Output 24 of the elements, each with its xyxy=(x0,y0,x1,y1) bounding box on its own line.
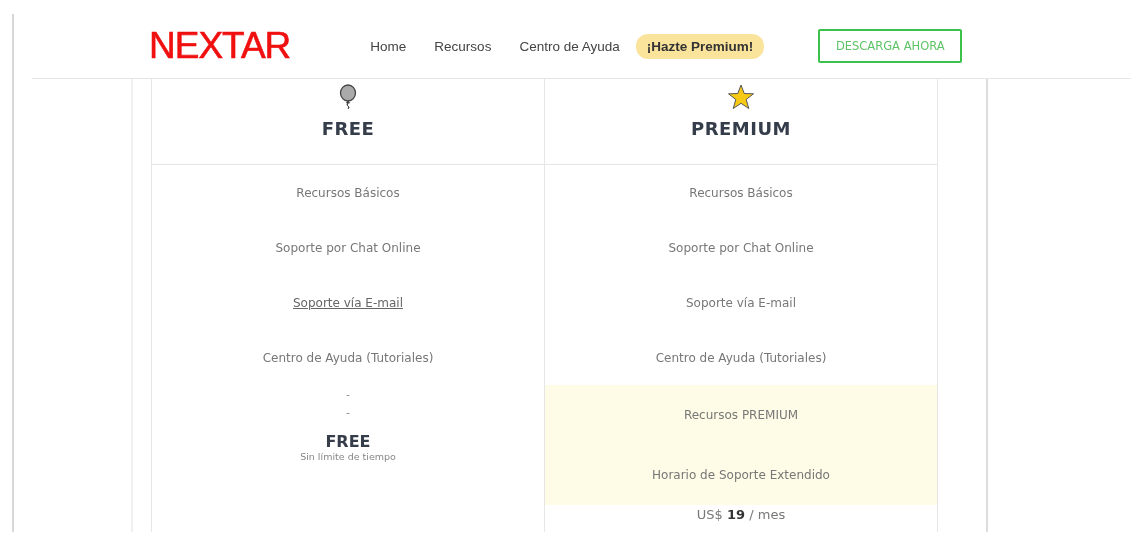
feature-text: Soporte por Chat Online xyxy=(274,239,422,257)
price-text: US$ 19 / mes xyxy=(695,507,787,523)
feature-link[interactable]: Soporte vía E-mail xyxy=(293,295,403,310)
star-icon xyxy=(727,84,755,110)
price-note: Sin límite de tiempo xyxy=(300,451,396,462)
feature-text: Centro de Ayuda (Tutoriales) xyxy=(654,349,828,367)
feature-text: Recursos Básicos xyxy=(688,184,794,202)
nav-link[interactable]: Recursos xyxy=(434,38,492,54)
plan-title: PREMIUM xyxy=(691,118,791,139)
plan-title: FREE xyxy=(321,118,375,139)
balloon-icon xyxy=(339,84,357,110)
feature-text: Centro de Ayuda (Tutoriales) xyxy=(261,349,435,367)
premium-feature: Horario de Soporte Extendido xyxy=(545,445,937,505)
nav-link[interactable]: Centro de Ayuda xyxy=(519,38,620,54)
premium-link[interactable]: ¡Hazte Premium! xyxy=(635,33,765,59)
feature-text: Soporte por Chat Online xyxy=(667,239,815,257)
feature-text: Soporte vía E-mail xyxy=(685,294,797,312)
nav-link[interactable]: Home xyxy=(370,38,407,54)
dash-text: - xyxy=(345,386,351,403)
dash-text: - xyxy=(345,404,351,421)
premium-feature: Recursos PREMIUM xyxy=(545,385,937,445)
price-title: FREE xyxy=(325,432,371,451)
logo[interactable]: NEXTAR xyxy=(149,25,291,67)
feature-text: Recursos Básicos xyxy=(295,184,401,202)
